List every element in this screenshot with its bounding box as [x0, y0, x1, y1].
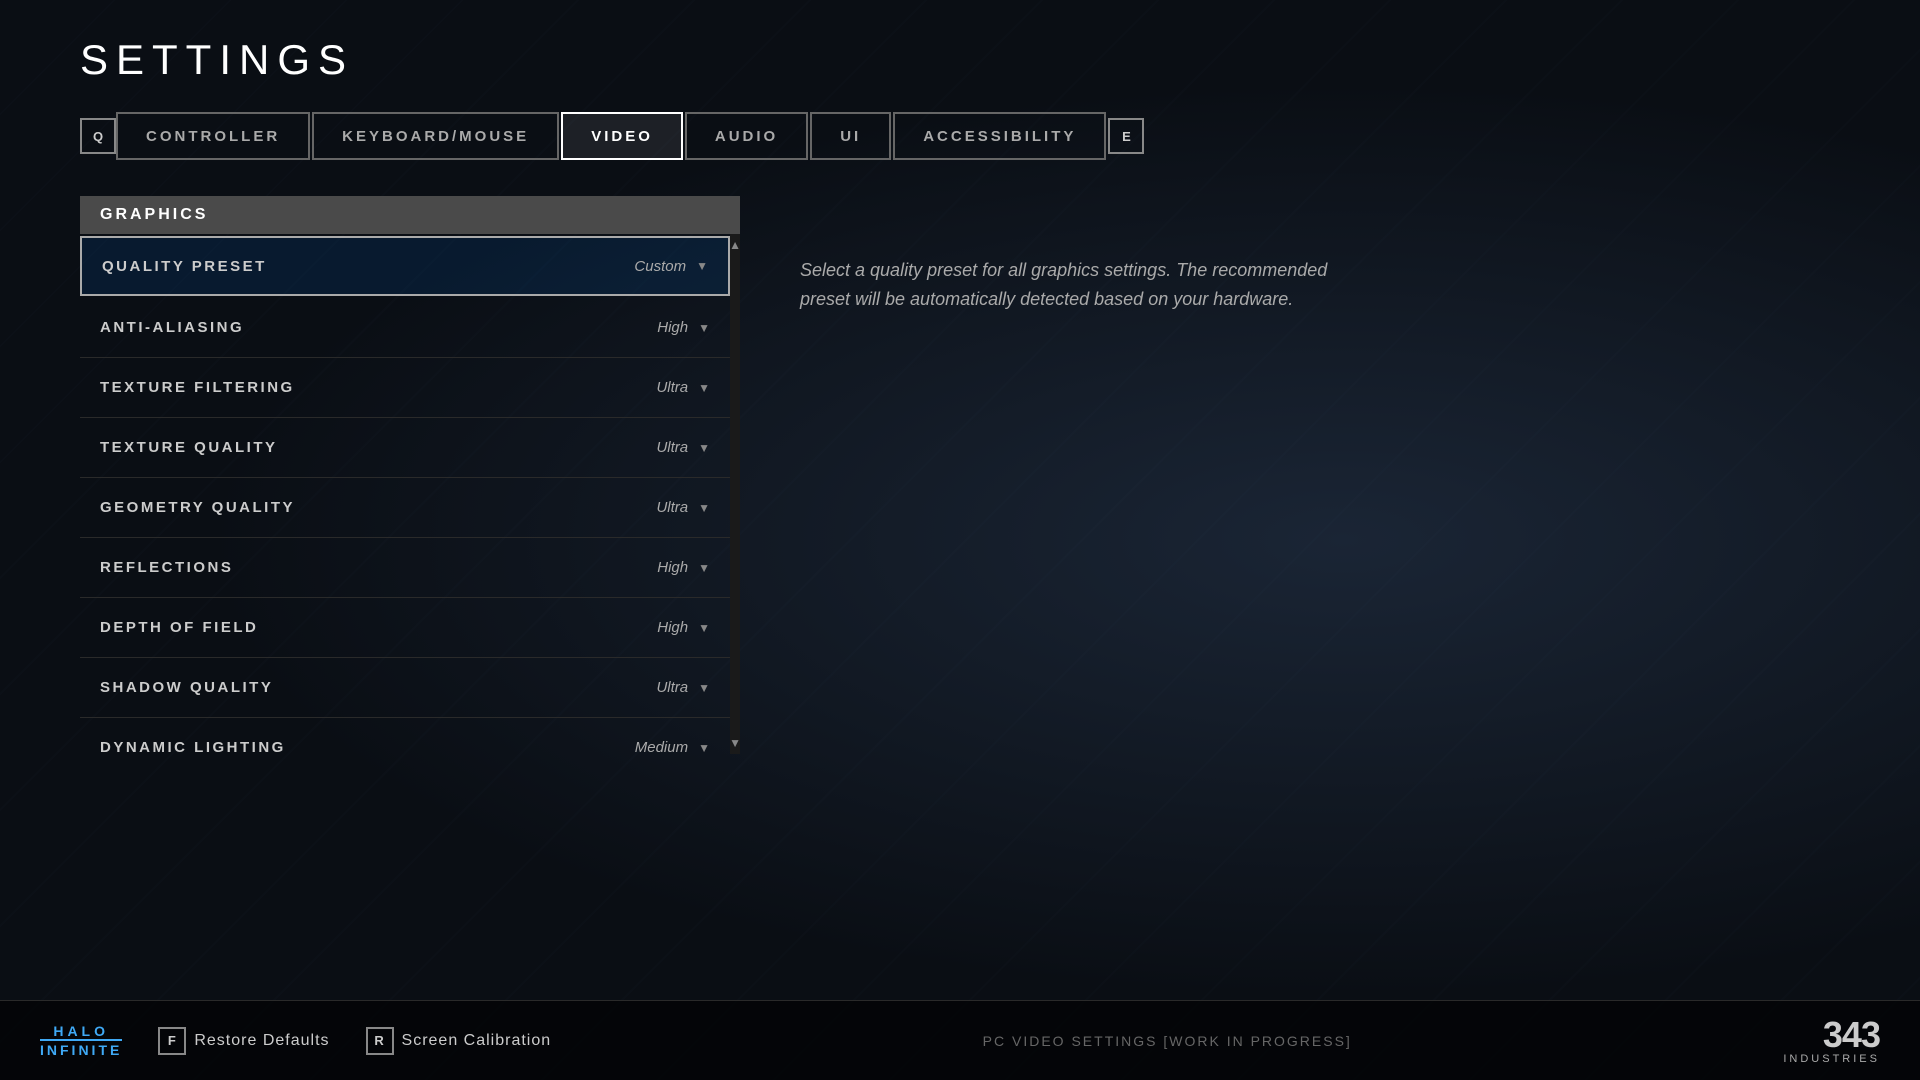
setting-label-quality-preset: QUALITY PRESET [102, 258, 267, 275]
screen-calibration-action[interactable]: R Screen Calibration [366, 1027, 552, 1055]
setting-label-texture-quality: TEXTURE QUALITY [100, 439, 278, 456]
dropdown-arrow-reflections: ▼ [698, 561, 710, 575]
setting-row-texture-filtering[interactable]: TEXTURE FILTERING Ultra ▼ [80, 358, 730, 418]
setting-value-shadow-quality: Ultra ▼ [656, 679, 710, 696]
scroll-down-arrow: ▼ [729, 736, 740, 750]
logo-343-number: 343 [1823, 1017, 1880, 1053]
dropdown-arrow-dynamic-lighting: ▼ [698, 741, 710, 755]
calibration-key: R [366, 1027, 394, 1055]
info-panel: Select a quality preset for all graphics… [800, 196, 1840, 754]
setting-row-anti-aliasing[interactable]: ANTI-ALIASING High ▼ [80, 298, 730, 358]
left-nav-key: Q [80, 118, 116, 154]
graphics-section-header: GRAPHICS [80, 196, 740, 234]
setting-value-texture-filtering: Ultra ▼ [656, 379, 710, 396]
setting-label-anti-aliasing: ANTI-ALIASING [100, 319, 244, 336]
dropdown-arrow-shadow-quality: ▼ [698, 681, 710, 695]
header: SETTINGS Q CONTROLLER KEYBOARD/MOUSE VID… [0, 0, 1920, 160]
tab-video[interactable]: VIDEO [561, 112, 683, 160]
screen-calibration-label: Screen Calibration [402, 1032, 552, 1050]
tab-accessibility[interactable]: ACCESSIBILITY [893, 112, 1106, 160]
setting-label-texture-filtering: TEXTURE FILTERING [100, 379, 295, 396]
setting-label-reflections: REFLECTIONS [100, 559, 233, 576]
restore-key: F [158, 1027, 186, 1055]
setting-row-quality-preset[interactable]: QUALITY PRESET Custom ▼ [80, 236, 730, 296]
info-description: Select a quality preset for all graphics… [800, 256, 1340, 314]
scroll-indicator: ▲ ▼ [730, 234, 740, 754]
setting-value-geometry-quality: Ultra ▼ [656, 499, 710, 516]
dropdown-arrow-geometry-quality: ▼ [698, 501, 710, 515]
logo-industries-text: INDUSTRIES [1783, 1053, 1880, 1065]
main-area: GRAPHICS QUALITY PRESET Custom ▼ ANTI-AL… [0, 160, 1920, 754]
343-industries-logo: 343 INDUSTRIES [1783, 1017, 1880, 1065]
footer-left: HALO INFINITE F Restore Defaults R Scree… [40, 1024, 551, 1057]
settings-list: QUALITY PRESET Custom ▼ ANTI-ALIASING Hi… [80, 236, 730, 754]
setting-label-dynamic-lighting: DYNAMIC LIGHTING [100, 739, 286, 754]
setting-value-reflections: High ▼ [657, 559, 710, 576]
dropdown-arrow-texture-filtering: ▼ [698, 381, 710, 395]
tab-ui[interactable]: UI [810, 112, 891, 160]
setting-value-depth-of-field: High ▼ [657, 619, 710, 636]
setting-value-anti-aliasing: High ▼ [657, 319, 710, 336]
setting-row-depth-of-field[interactable]: DEPTH OF FIELD High ▼ [80, 598, 730, 658]
halo-logo-line1: HALO [53, 1024, 109, 1038]
restore-defaults-action[interactable]: F Restore Defaults [158, 1027, 329, 1055]
tab-keyboard-mouse[interactable]: KEYBOARD/MOUSE [312, 112, 559, 160]
dropdown-arrow-quality-preset: ▼ [696, 259, 708, 273]
footer: HALO INFINITE F Restore Defaults R Scree… [0, 1000, 1920, 1080]
halo-logo-line2: INFINITE [40, 1039, 122, 1057]
setting-label-geometry-quality: GEOMETRY QUALITY [100, 499, 295, 516]
right-nav-key: E [1108, 118, 1144, 154]
footer-center-text: PC VIDEO SETTINGS [WORK IN PROGRESS] [983, 1033, 1352, 1049]
setting-row-geometry-quality[interactable]: GEOMETRY QUALITY Ultra ▼ [80, 478, 730, 538]
tab-audio[interactable]: AUDIO [685, 112, 808, 160]
dropdown-arrow-anti-aliasing: ▼ [698, 321, 710, 335]
setting-row-shadow-quality[interactable]: SHADOW QUALITY Ultra ▼ [80, 658, 730, 718]
dropdown-arrow-texture-quality: ▼ [698, 441, 710, 455]
setting-value-texture-quality: Ultra ▼ [656, 439, 710, 456]
dropdown-arrow-depth-of-field: ▼ [698, 621, 710, 635]
tab-controller[interactable]: CONTROLLER [116, 112, 310, 160]
settings-panel: GRAPHICS QUALITY PRESET Custom ▼ ANTI-AL… [80, 196, 740, 754]
setting-label-depth-of-field: DEPTH OF FIELD [100, 619, 258, 636]
setting-value-dynamic-lighting: Medium ▼ [635, 739, 710, 754]
scroll-up-arrow: ▲ [729, 238, 740, 252]
restore-defaults-label: Restore Defaults [194, 1032, 329, 1050]
setting-row-texture-quality[interactable]: TEXTURE QUALITY Ultra ▼ [80, 418, 730, 478]
setting-value-quality-preset: Custom ▼ [634, 258, 708, 275]
setting-label-shadow-quality: SHADOW QUALITY [100, 679, 273, 696]
setting-row-reflections[interactable]: REFLECTIONS High ▼ [80, 538, 730, 598]
halo-logo: HALO INFINITE [40, 1024, 122, 1057]
page-title: SETTINGS [80, 36, 1920, 84]
settings-list-container: QUALITY PRESET Custom ▼ ANTI-ALIASING Hi… [80, 234, 740, 754]
nav-tabs: Q CONTROLLER KEYBOARD/MOUSE VIDEO AUDIO … [80, 112, 1920, 160]
setting-row-dynamic-lighting[interactable]: DYNAMIC LIGHTING Medium ▼ [80, 718, 730, 754]
